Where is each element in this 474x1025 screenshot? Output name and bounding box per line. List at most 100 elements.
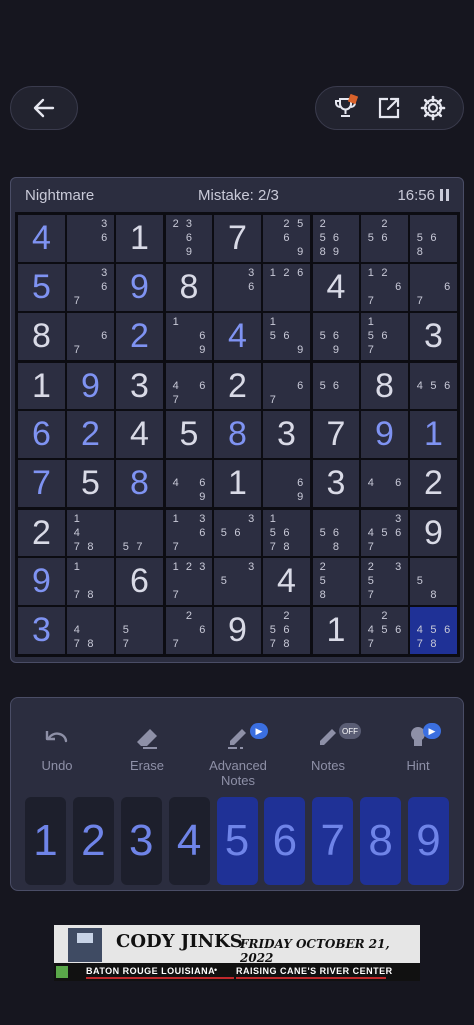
grid-cell[interactable]: 67 — [66, 312, 115, 361]
grid-cell[interactable]: 9 — [115, 263, 164, 312]
grid-cell[interactable]: 4 — [262, 557, 311, 606]
grid-cell[interactable]: 1 — [311, 606, 360, 655]
grid-cell[interactable]: 2 3 5 7 — [360, 557, 409, 606]
grid-cell[interactable]: 25 8 — [311, 557, 360, 606]
grid-cell[interactable]: 1 — [17, 361, 66, 410]
grid-cell[interactable]: 36 — [66, 214, 115, 263]
advanced-notes-button[interactable]: ▶ Advanced Notes — [198, 723, 278, 788]
grid-cell[interactable]: 456 — [409, 361, 458, 410]
grid-cell[interactable]: 5 — [164, 410, 213, 459]
share-icon[interactable] — [373, 92, 405, 124]
pause-icon[interactable] — [440, 189, 449, 201]
grid-cell[interactable]: 4 — [17, 214, 66, 263]
grid-cell[interactable]: 1 78 — [66, 557, 115, 606]
grid-cell[interactable]: 35 — [213, 557, 262, 606]
grid-cell[interactable]: 3 — [115, 361, 164, 410]
grid-cell[interactable]: 1478 — [66, 508, 115, 557]
grid-cell[interactable]: 3 — [262, 410, 311, 459]
grid-cell[interactable]: 4 — [213, 312, 262, 361]
ad-banner[interactable]: CODY JINKS FRIDAY OCTOBER 21, 2022 BATON… — [54, 925, 420, 981]
grid-cell[interactable]: 568 — [409, 214, 458, 263]
number-key-6[interactable]: 6 — [264, 797, 306, 885]
grid-cell[interactable]: 25689 — [311, 214, 360, 263]
grid-cell[interactable]: 46 — [360, 459, 409, 508]
grid-cell[interactable]: 3 56 — [213, 508, 262, 557]
undo-button[interactable]: Undo — [17, 726, 97, 773]
grid-cell[interactable]: 126 — [262, 263, 311, 312]
grid-cell[interactable]: 56 9 — [311, 312, 360, 361]
grid-cell[interactable]: 9 — [213, 606, 262, 655]
grid-cell[interactable]: 4 — [115, 410, 164, 459]
number-key-3[interactable]: 3 — [120, 797, 162, 885]
grid-cell[interactable]: 5 — [66, 459, 115, 508]
grid-cell[interactable]: 2 — [409, 459, 458, 508]
grid-cell[interactable]: 9 — [66, 361, 115, 410]
trophy-icon[interactable] — [330, 92, 362, 124]
grid-cell[interactable]: 3 — [311, 459, 360, 508]
back-button[interactable] — [10, 86, 78, 130]
grid-cell[interactable]: 7 — [311, 410, 360, 459]
grid-cell[interactable]: 8 — [115, 459, 164, 508]
grid-cell[interactable]: 4 — [311, 263, 360, 312]
grid-cell[interactable]: 2456 7 — [360, 606, 409, 655]
grid-cell[interactable]: 3 456 7 — [360, 508, 409, 557]
number-key-9[interactable]: 9 — [408, 797, 449, 885]
grid-cell[interactable]: 568 — [311, 508, 360, 557]
grid-cell[interactable]: 2569 — [262, 214, 311, 263]
grid-cell[interactable]: 15678 — [262, 508, 311, 557]
grid-cell[interactable]: 126 7 — [360, 263, 409, 312]
grid-cell[interactable]: 1 — [409, 410, 458, 459]
grid-cell[interactable]: 1 — [213, 459, 262, 508]
grid-cell[interactable]: 4 78 — [66, 606, 115, 655]
grid-cell[interactable]: 67 — [262, 361, 311, 410]
grid-cell[interactable]: 5 — [17, 263, 66, 312]
grid-cell[interactable]: 6 — [17, 410, 66, 459]
grid-cell[interactable]: 36 7 — [66, 263, 115, 312]
grid-cell[interactable]: 36 — [213, 263, 262, 312]
number-key-5[interactable]: 5 — [216, 797, 258, 885]
grid-cell[interactable]: 9 — [17, 557, 66, 606]
grid-cell[interactable]: 7 — [17, 459, 66, 508]
grid-cell[interactable]: 6 — [115, 557, 164, 606]
grid-cell[interactable]: 8 — [360, 361, 409, 410]
grid-cell[interactable]: 7 — [213, 214, 262, 263]
grid-cell[interactable]: 1 6 9 — [164, 312, 213, 361]
grid-cell[interactable]: 3 — [409, 312, 458, 361]
grid-cell[interactable]: 57 — [115, 606, 164, 655]
grid-cell[interactable]: 123 7 — [164, 557, 213, 606]
grid-cell[interactable]: 9 — [360, 410, 409, 459]
number-key-4[interactable]: 4 — [168, 797, 210, 885]
grid-cell[interactable]: 2 — [66, 410, 115, 459]
grid-cell[interactable]: 2 — [213, 361, 262, 410]
grid-cell[interactable]: 1569 — [262, 312, 311, 361]
number-key-1[interactable]: 1 — [25, 797, 66, 885]
erase-button[interactable]: Erase — [107, 726, 187, 773]
grid-cell[interactable]: 57 — [115, 508, 164, 557]
number-key-7[interactable]: 7 — [312, 797, 354, 885]
grid-cell[interactable]: 25678 — [262, 606, 311, 655]
grid-cell[interactable]: 4 6 9 — [164, 459, 213, 508]
hint-button[interactable]: ▶ Hint — [378, 723, 458, 773]
grid-cell[interactable]: 1 36 7 — [164, 508, 213, 557]
grid-cell[interactable]: 69 — [262, 459, 311, 508]
grid-cell[interactable]: 9 — [409, 508, 458, 557]
grid-cell[interactable]: 4 6 7 — [164, 361, 213, 410]
grid-cell[interactable]: 236 9 — [164, 214, 213, 263]
grid-cell[interactable]: 1 — [115, 214, 164, 263]
grid-cell[interactable]: 26 7 — [164, 606, 213, 655]
grid-cell[interactable]: 8 — [17, 312, 66, 361]
number-key-2[interactable]: 2 — [72, 797, 114, 885]
notes-button[interactable]: OFF Notes — [288, 723, 368, 773]
number-key-8[interactable]: 8 — [360, 797, 402, 885]
grid-cell[interactable]: 3 — [17, 606, 66, 655]
grid-cell[interactable]: 58 — [409, 557, 458, 606]
grid-cell[interactable]: 8 — [164, 263, 213, 312]
grid-cell[interactable]: 1567 — [360, 312, 409, 361]
grid-cell[interactable]: 456 78 — [409, 606, 458, 655]
grid-cell[interactable]: 2 — [115, 312, 164, 361]
grid-cell[interactable]: 8 — [213, 410, 262, 459]
grid-cell[interactable]: 67 — [409, 263, 458, 312]
grid-cell[interactable]: 2 — [17, 508, 66, 557]
grid-cell[interactable]: 256 — [360, 214, 409, 263]
gear-icon[interactable] — [417, 92, 449, 124]
